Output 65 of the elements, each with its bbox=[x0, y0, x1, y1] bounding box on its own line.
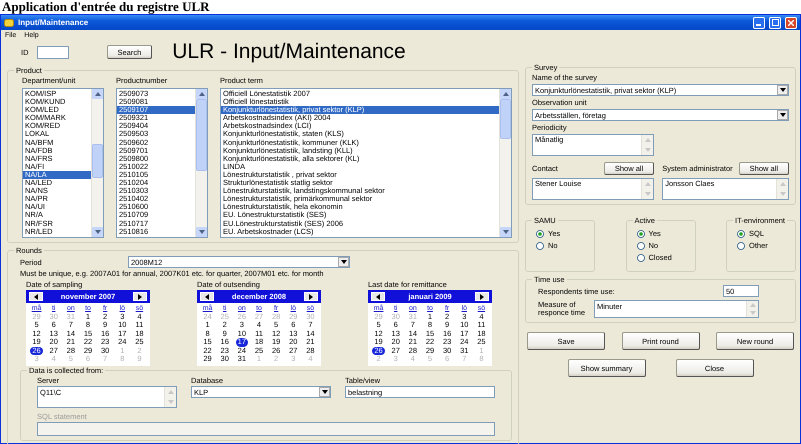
caret-icon bbox=[340, 259, 348, 265]
next-month-button[interactable] bbox=[304, 292, 318, 301]
previous-month-button[interactable] bbox=[29, 292, 43, 301]
down-arrow-icon bbox=[644, 147, 652, 153]
up-arrow-icon bbox=[94, 91, 102, 97]
minimize-button[interactable] bbox=[753, 16, 765, 28]
dropdown-button[interactable] bbox=[777, 85, 788, 95]
left-arrow-icon bbox=[33, 292, 39, 300]
right-arrow-icon bbox=[478, 292, 485, 300]
down-arrow-icon bbox=[166, 399, 174, 406]
previous-month-button[interactable] bbox=[371, 292, 385, 301]
up-arrow-icon bbox=[644, 137, 652, 143]
scrollbar[interactable] bbox=[641, 179, 654, 199]
list-box[interactable] bbox=[220, 88, 512, 238]
maximize-button[interactable] bbox=[769, 16, 781, 28]
down-arrow-icon bbox=[94, 229, 102, 235]
form-title: ULR - Input/Maintenance bbox=[172, 40, 406, 64]
scrollbar-thumb[interactable] bbox=[92, 144, 103, 178]
next-month-button[interactable] bbox=[133, 292, 147, 301]
radio-button[interactable] bbox=[636, 254, 644, 262]
up-arrow-icon bbox=[778, 181, 786, 187]
up-arrow-icon bbox=[644, 181, 652, 187]
left-arrow-icon bbox=[375, 292, 381, 300]
scrollbar[interactable] bbox=[499, 89, 511, 237]
down-arrow-icon bbox=[748, 310, 756, 316]
down-arrow-icon bbox=[644, 191, 652, 197]
scrollbar[interactable] bbox=[641, 135, 653, 155]
dropdown-button[interactable] bbox=[338, 257, 349, 267]
up-arrow-icon bbox=[166, 389, 174, 396]
down-arrow-icon bbox=[778, 191, 786, 197]
radio-button[interactable] bbox=[536, 230, 544, 238]
right-arrow-icon bbox=[137, 292, 143, 300]
radio-button[interactable] bbox=[636, 242, 644, 250]
window-title: Input/Maintenance bbox=[18, 18, 90, 27]
caret-icon bbox=[320, 389, 328, 396]
radio-button[interactable] bbox=[737, 242, 745, 250]
scrollbar-thumb[interactable] bbox=[196, 99, 207, 172]
down-arrow-icon bbox=[198, 229, 206, 235]
left-arrow-icon bbox=[204, 292, 210, 300]
scrollbar-thumb[interactable] bbox=[500, 99, 511, 140]
up-arrow-icon bbox=[198, 91, 206, 97]
radio-button[interactable] bbox=[536, 242, 544, 250]
dropdown-button[interactable] bbox=[777, 110, 788, 120]
scrollbar[interactable] bbox=[195, 89, 207, 237]
caret-icon bbox=[778, 112, 786, 118]
app-icon bbox=[4, 18, 14, 26]
maximize-icon bbox=[772, 19, 778, 26]
radio-button[interactable] bbox=[636, 230, 644, 238]
next-month-button[interactable] bbox=[474, 292, 489, 301]
scrollbar[interactable] bbox=[776, 179, 788, 199]
previous-month-button[interactable] bbox=[200, 292, 214, 301]
close-icon bbox=[788, 20, 794, 26]
id-field[interactable] bbox=[36, 46, 68, 58]
close-button[interactable] bbox=[785, 16, 797, 28]
right-arrow-icon bbox=[308, 292, 314, 300]
down-arrow-icon bbox=[502, 229, 510, 235]
page-heading: Application d'entrée du registre ULR bbox=[1, 0, 211, 14]
radio-button[interactable] bbox=[737, 230, 745, 238]
scrollbar[interactable] bbox=[91, 89, 103, 237]
up-arrow-icon bbox=[502, 91, 510, 97]
up-arrow-icon bbox=[748, 302, 756, 308]
scrollbar[interactable] bbox=[746, 301, 758, 317]
dropdown-button[interactable] bbox=[319, 387, 330, 398]
scrollbar[interactable] bbox=[164, 387, 176, 408]
caret-icon bbox=[778, 87, 786, 93]
